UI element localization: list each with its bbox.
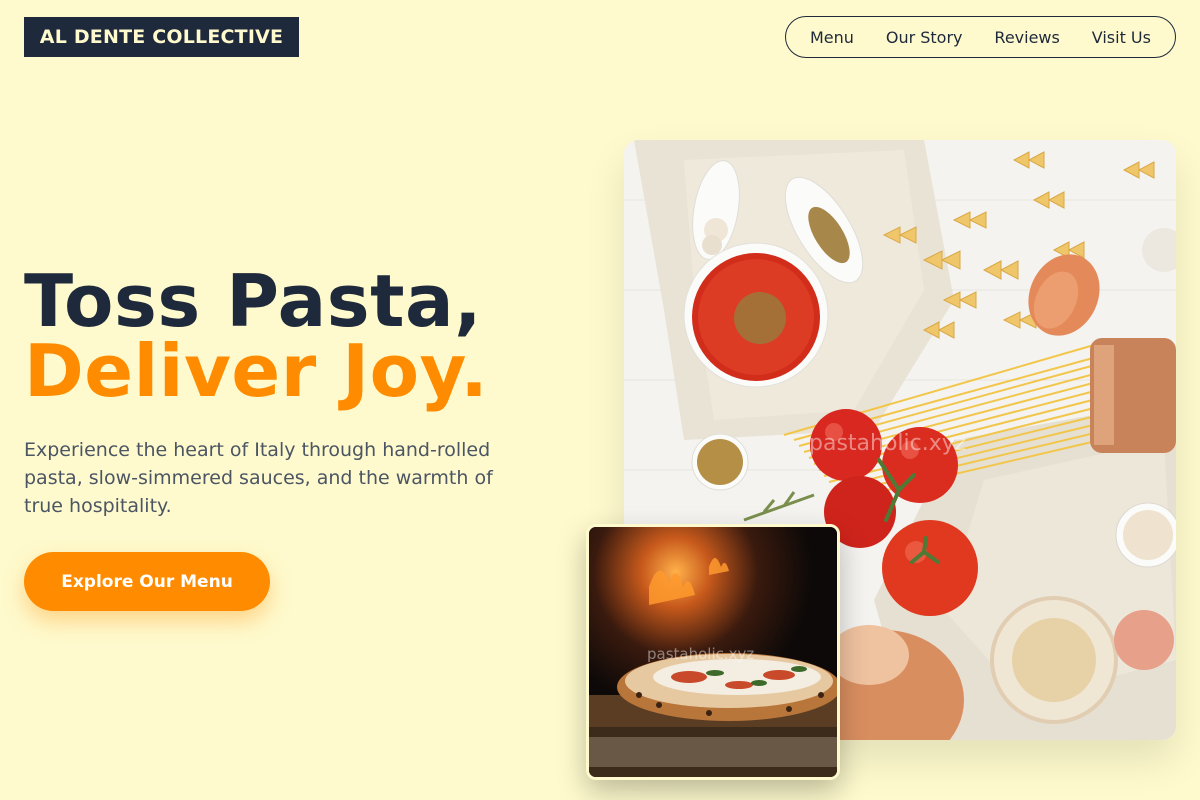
nav-item-our-story[interactable]: Our Story	[886, 28, 963, 47]
hero-description: Experience the heart of Italy through ha…	[24, 439, 493, 517]
headline-line-1: Toss Pasta,	[24, 259, 482, 343]
nav-item-reviews[interactable]: Reviews	[994, 28, 1059, 47]
brand-logo[interactable]: AL DENTE COLLECTIVE	[24, 17, 299, 57]
explore-menu-button[interactable]: Explore Our Menu	[24, 552, 270, 611]
landing-page: AL DENTE COLLECTIVE Menu Our Story Revie…	[0, 0, 1200, 800]
main-image-watermark: pastaholic.xyz	[809, 431, 966, 456]
small-image-watermark: pastaholic.xyz	[647, 645, 754, 663]
pizza-image: pastaholic.xyz	[586, 524, 840, 780]
top-nav: Menu Our Story Reviews Visit Us	[785, 16, 1176, 58]
nav-item-visit-us[interactable]: Visit Us	[1092, 28, 1151, 47]
headline-line-2: Deliver Joy.	[24, 329, 489, 413]
brand-logo-text: AL DENTE COLLECTIVE	[39, 26, 284, 48]
hero-headline: Toss Pasta, Deliver Joy.	[24, 259, 489, 413]
nav-item-menu[interactable]: Menu	[810, 28, 854, 47]
